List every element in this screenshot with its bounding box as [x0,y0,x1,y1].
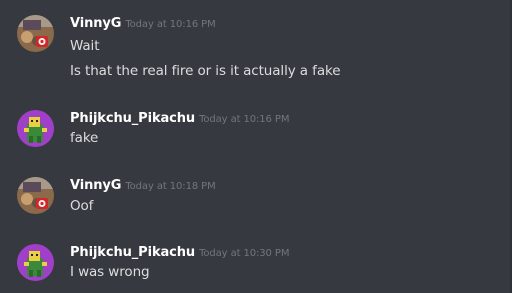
message-author[interactable]: Phijkchu_Pikachu Today at 10:16 PM [70,111,289,126]
message-author[interactable]: Phijkchu_Pikachu Today at 10:30 PM [70,245,289,260]
author-name[interactable]: Phijkchu_Pikachu [70,111,195,126]
message-timestamp: Today at 10:16 PM [199,114,290,125]
message-timestamp: Today at 10:18 PM [125,181,216,192]
message-text: fake [70,130,99,146]
author-name[interactable]: Phijkchu_Pikachu [70,245,195,260]
phijkchu-avatar-icon[interactable] [17,244,54,281]
message-text: Oof [70,198,94,214]
phijkchu-avatar-icon[interactable] [17,110,54,147]
message-timestamp: Today at 10:16 PM [125,19,216,30]
vinnyg-avatar-icon[interactable] [17,15,54,52]
message-timestamp: Today at 10:30 PM [199,248,290,259]
author-name[interactable]: VinnyG [70,178,121,193]
author-name[interactable]: VinnyG [70,16,121,31]
message-text: Is that the real fire or is it actually … [70,63,341,79]
message-text: I was wrong [70,264,150,280]
vinnyg-avatar-icon[interactable] [17,177,54,214]
message-author[interactable]: VinnyG Today at 10:16 PM [70,16,216,31]
message-author[interactable]: VinnyG Today at 10:18 PM [70,178,216,193]
message-text: Wait [70,38,100,54]
